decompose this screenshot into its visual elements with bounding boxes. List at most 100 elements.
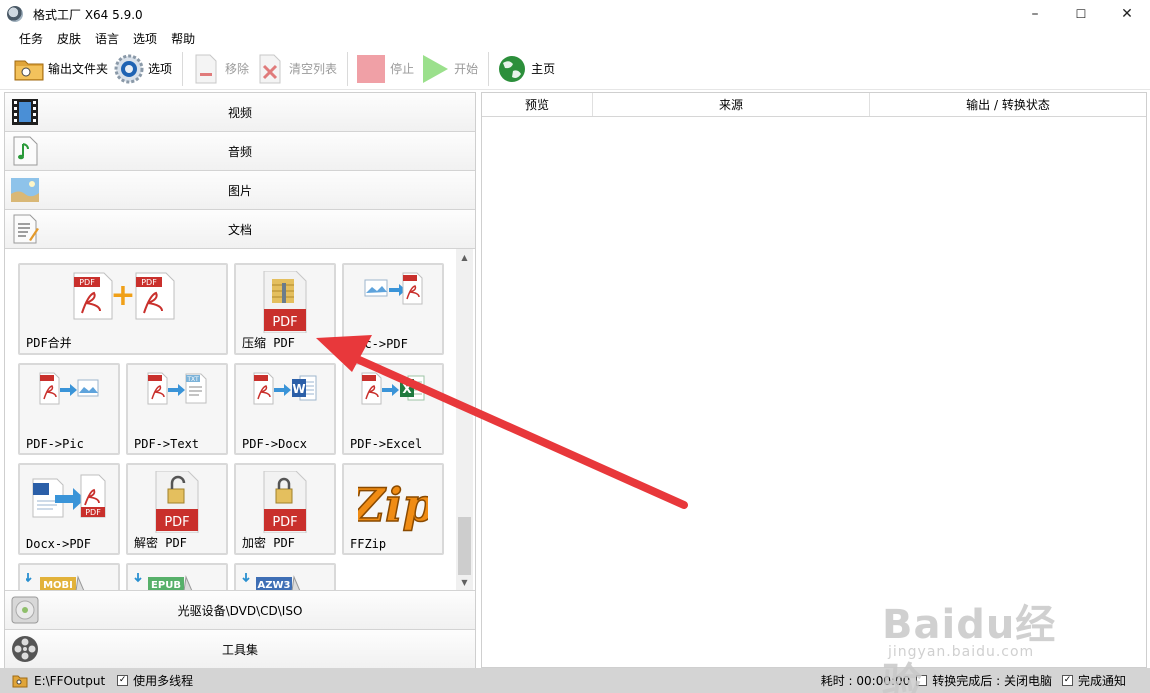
tool-pdf-to-docx-label: PDF->Docx: [242, 437, 308, 451]
column-output-status[interactable]: 输出 / 转换状态: [870, 93, 1146, 116]
options-button[interactable]: 选项: [114, 52, 172, 86]
tool-decrypt-pdf[interactable]: PDF 解密 PDF: [126, 463, 228, 555]
category-image[interactable]: 图片: [5, 171, 475, 210]
tool-docx-to-pdf[interactable]: PDF Docx->PDF: [18, 463, 120, 555]
start-button[interactable]: 开始: [420, 52, 478, 86]
azw3-icon: AZW3: [236, 571, 334, 591]
epub-icon-text: EPUB: [151, 580, 181, 591]
tool-ffzip[interactable]: Zip FFZip: [342, 463, 444, 555]
minimize-button[interactable]: –: [1012, 0, 1058, 28]
film-reel-icon: [9, 633, 41, 665]
pdf-to-docx-icon: W: [236, 371, 334, 405]
music-note-icon: [9, 135, 41, 167]
azw3-icon-text: AZW3: [258, 580, 291, 591]
watermark-main-text: Baidu经验: [882, 602, 1057, 693]
category-optical-label: 光驱设备\DVD\CD\ISO: [177, 603, 303, 618]
tool-pdf-to-pic[interactable]: PDF->Pic: [18, 363, 120, 455]
title-bar: 格式工厂 X64 5.9.0 – ☐ ✕: [0, 0, 1150, 28]
menu-skin[interactable]: 皮肤: [50, 30, 88, 47]
category-document[interactable]: 文档: [5, 210, 475, 249]
task-list-header: 预览 来源 输出 / 转换状态: [482, 93, 1146, 117]
tool-epub[interactable]: EPUB: [126, 563, 228, 591]
category-tools[interactable]: 工具集: [5, 630, 475, 669]
tool-pdf-merge[interactable]: PDF + PDF PDF合并: [18, 263, 228, 355]
category-video-label: 视频: [227, 105, 252, 120]
output-folder-status-icon[interactable]: [12, 674, 28, 688]
tool-encrypt-pdf[interactable]: PDF 加密 PDF: [234, 463, 336, 555]
multithread-checkbox[interactable]: ✓: [117, 675, 129, 686]
tool-azw3[interactable]: AZW3: [234, 563, 336, 591]
pdf-to-text-icon: TXT: [128, 371, 226, 405]
play-icon: [420, 54, 450, 84]
scrollbar-thumb[interactable]: [458, 517, 471, 575]
lock-pdf-icon-text: PDF: [272, 515, 297, 530]
pdf-merge-icon: PDF + PDF: [20, 271, 226, 321]
tool-pic-to-pdf-label: Pic->PDF: [350, 337, 408, 351]
menu-task[interactable]: 任务: [12, 30, 50, 47]
tool-pdf-to-text[interactable]: TXT PDF->Text: [126, 363, 228, 455]
tool-pdf-to-text-label: PDF->Text: [134, 437, 200, 451]
ffzip-icon: Zip: [344, 471, 442, 533]
stop-label: 停止: [390, 62, 415, 76]
mobi-icon: MOBI: [20, 571, 118, 590]
window-title: 格式工厂 X64 5.9.0: [33, 7, 143, 22]
pdf-to-excel-icon: X: [344, 371, 442, 405]
menu-help[interactable]: 帮助: [164, 30, 202, 47]
lock-pdf-icon: PDF: [236, 471, 334, 533]
pdf-merge-icon-text-b: PDF: [141, 278, 157, 287]
stop-button[interactable]: 停止: [356, 52, 414, 86]
pdf-to-docx-icon-text: W: [292, 382, 305, 396]
watermark-sub-text: jingyan.baidu.com: [888, 644, 1035, 660]
clear-list-button[interactable]: 清空列表: [255, 52, 337, 86]
scroll-up-arrow-icon[interactable]: ▲: [456, 249, 473, 266]
toolbar: 输出文件夹 选项 移除 清空列表 停止 开始 主页: [0, 48, 1150, 90]
column-preview[interactable]: 预览: [482, 93, 593, 116]
remove-button[interactable]: 移除: [191, 52, 249, 86]
scroll-down-arrow-icon[interactable]: ▼: [456, 574, 473, 590]
disc-drive-icon: [9, 594, 41, 626]
tool-mobi[interactable]: MOBI: [18, 563, 120, 590]
pdf-to-pic-icon: [20, 371, 118, 405]
start-label: 开始: [454, 62, 479, 76]
tool-pdf-to-excel[interactable]: X PDF->Excel: [342, 363, 444, 455]
category-audio[interactable]: 音频: [5, 132, 475, 171]
category-video[interactable]: 视频: [5, 93, 475, 132]
app-icon: [7, 6, 23, 22]
film-icon: [9, 96, 41, 128]
home-button[interactable]: 主页: [497, 52, 555, 86]
docx-to-pdf-icon-text: PDF: [85, 508, 101, 517]
output-path[interactable]: E:\FFOutput: [34, 674, 105, 688]
tool-encrypt-pdf-label: 加密 PDF: [242, 536, 295, 550]
category-audio-label: 音频: [227, 144, 252, 159]
tool-pdf-to-docx[interactable]: W PDF->Docx: [234, 363, 336, 455]
output-folder-button[interactable]: 输出文件夹: [14, 52, 108, 86]
menu-options[interactable]: 选项: [126, 30, 164, 47]
tool-pdf-to-pic-label: PDF->Pic: [26, 437, 84, 451]
menu-language[interactable]: 语言: [88, 30, 126, 47]
clear-list-icon: [255, 54, 285, 84]
clear-list-label: 清空列表: [289, 62, 338, 76]
ffzip-icon-text: Zip: [358, 478, 428, 532]
close-button[interactable]: ✕: [1104, 0, 1150, 28]
window-controls: – ☐ ✕: [1012, 0, 1150, 28]
unlock-pdf-icon: PDF: [128, 471, 226, 533]
tool-compress-pdf[interactable]: PDF 压缩 PDF: [234, 263, 336, 355]
output-folder-label: 输出文件夹: [48, 62, 109, 76]
tools-scrollbar[interactable]: ▲ ▼: [456, 249, 473, 590]
folder-icon: [14, 54, 44, 84]
category-panel: 视频 音频 图片 文档 PDF + PDF PDF合并 PDF 压缩 PDF P…: [4, 92, 476, 669]
column-source[interactable]: 来源: [593, 93, 870, 116]
tool-decrypt-pdf-label: 解密 PDF: [134, 536, 187, 550]
multithread-label: 使用多线程: [133, 674, 194, 688]
maximize-button[interactable]: ☐: [1058, 0, 1104, 28]
category-optical[interactable]: 光驱设备\DVD\CD\ISO: [5, 591, 475, 630]
remove-label: 移除: [225, 62, 250, 76]
home-label: 主页: [531, 62, 556, 76]
picture-icon: [9, 174, 41, 206]
tool-compress-pdf-label: 压缩 PDF: [242, 336, 295, 350]
category-document-label: 文档: [227, 222, 252, 237]
tool-pic-to-pdf[interactable]: Pic->PDF: [342, 263, 444, 355]
tool-pdf-merge-label: PDF合并: [26, 336, 72, 350]
pdf-merge-icon-plus: +: [110, 278, 135, 313]
pdf-merge-icon-text-a: PDF: [79, 278, 95, 287]
